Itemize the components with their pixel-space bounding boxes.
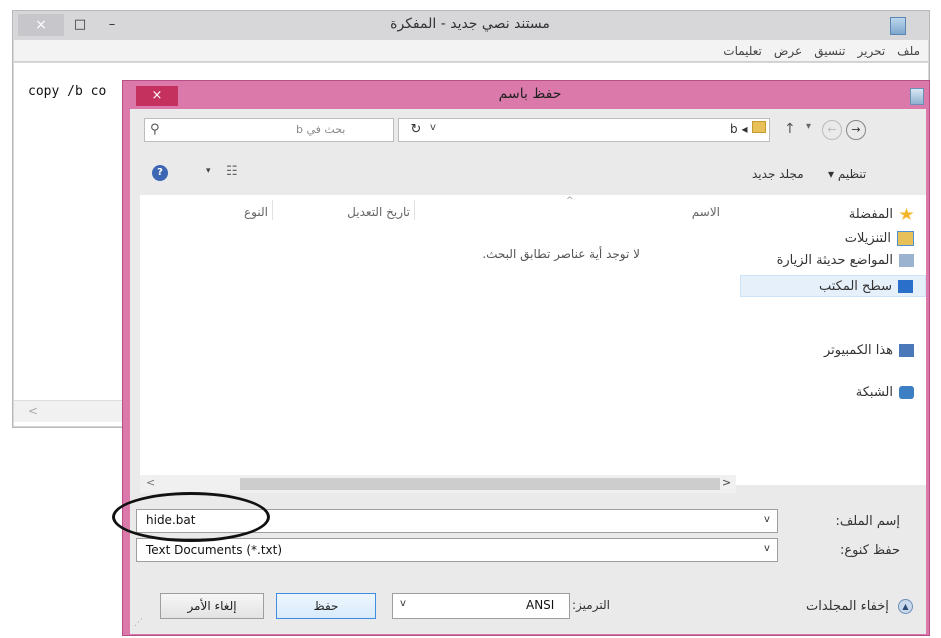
organize-button[interactable]: تنظيم ▾ bbox=[828, 167, 866, 181]
save-type-label: حفظ كنوع: bbox=[839, 543, 900, 558]
encoding-value: ANSI bbox=[526, 598, 555, 612]
help-icon[interactable]: ? bbox=[152, 165, 168, 181]
address-path-segment[interactable]: b bbox=[730, 122, 738, 136]
back-icon[interactable]: → bbox=[846, 120, 866, 140]
search-placeholder: بحث في b bbox=[296, 123, 346, 136]
nav-item-downloads[interactable]: التنزيلات bbox=[845, 231, 926, 246]
filename-dropdown-icon[interactable]: v bbox=[764, 514, 770, 525]
save-type-value: Text Documents (*.txt) bbox=[146, 543, 283, 557]
notepad-minimize-button[interactable]: – bbox=[96, 14, 128, 36]
notepad-content: copy /b co bbox=[28, 84, 107, 99]
empty-results-message: لا توجد أية عناصر تطابق البحث. bbox=[482, 247, 640, 261]
column-separator[interactable] bbox=[272, 200, 273, 220]
nav-item-label: الشبكة bbox=[855, 385, 893, 400]
downloads-folder-icon bbox=[897, 231, 914, 246]
menu-file[interactable]: ملف bbox=[897, 44, 920, 58]
scroll-thumb[interactable] bbox=[240, 478, 720, 490]
forward-icon[interactable]: ← bbox=[822, 120, 842, 140]
encoding-label: الترميز: bbox=[572, 598, 610, 612]
desktop-icon bbox=[898, 279, 913, 293]
nav-item-network[interactable]: الشبكة bbox=[856, 385, 926, 400]
hide-folders-button[interactable]: إخفاء المجلدات bbox=[806, 599, 889, 614]
nav-item-label: التنزيلات bbox=[844, 231, 891, 246]
filename-label: إسم الملف: bbox=[835, 514, 900, 529]
menu-help[interactable]: تعليمات bbox=[723, 44, 762, 58]
network-icon bbox=[899, 386, 914, 399]
resize-grip-icon[interactable]: ⋰ bbox=[134, 618, 143, 628]
address-bar[interactable] bbox=[398, 118, 770, 142]
address-dropdown-icon[interactable]: v bbox=[430, 122, 436, 133]
nav-item-label: سطح المكتب bbox=[818, 278, 892, 294]
new-folder-button[interactable]: مجلد جديد bbox=[752, 167, 804, 181]
navigation-pane: المفضلة التنزيلات المواضع حديثة الزيارة … bbox=[736, 195, 926, 485]
refresh-icon[interactable]: ↻ bbox=[405, 120, 427, 140]
highlight-circle-annotation bbox=[112, 492, 270, 542]
dialog-title: حفظ باسم bbox=[498, 86, 562, 102]
scroll-right-icon[interactable]: > bbox=[722, 476, 731, 489]
save-type-dropdown-icon[interactable]: v bbox=[764, 543, 770, 554]
column-header-date-modified[interactable]: تاريخ التعديل bbox=[318, 205, 410, 219]
notepad-app-icon bbox=[890, 17, 906, 35]
nav-item-label: هذا الكمبيوتر bbox=[823, 343, 893, 358]
nav-item-recent-places[interactable]: المواضع حديثة الزيارة bbox=[777, 253, 926, 268]
file-list[interactable] bbox=[140, 195, 736, 475]
nav-item-this-pc[interactable]: هذا الكمبيوتر bbox=[824, 343, 926, 358]
view-icon[interactable]: ☷ bbox=[226, 164, 238, 179]
nav-item-label: المواضع حديثة الزيارة bbox=[776, 253, 893, 268]
notepad-maximize-button[interactable]: □ bbox=[64, 14, 96, 36]
path-separator-icon: ◂ bbox=[741, 122, 748, 136]
notepad-menubar: ملف تحرير تنسيق عرض تعليمات bbox=[14, 40, 928, 62]
sort-ascending-icon: ^ bbox=[566, 196, 574, 206]
column-separator[interactable] bbox=[414, 200, 415, 220]
recent-locations-icon[interactable]: ▾ bbox=[806, 121, 811, 132]
folder-icon bbox=[752, 121, 766, 133]
dialog-app-icon bbox=[910, 88, 924, 105]
notepad-window-controls: × □ – bbox=[18, 14, 128, 38]
nav-item-desktop[interactable]: سطح المكتب bbox=[740, 275, 926, 297]
recent-places-icon bbox=[899, 254, 914, 267]
nav-item-favorites[interactable]: المفضلة bbox=[849, 207, 926, 222]
collapse-arrow-icon[interactable]: ▲ bbox=[898, 599, 913, 614]
up-arrow-icon[interactable]: ↑ bbox=[784, 121, 796, 137]
notepad-title: مستند نصي جديد - المفكرة bbox=[390, 16, 550, 32]
dialog-close-button[interactable]: × bbox=[136, 86, 178, 106]
save-button[interactable]: حفظ bbox=[276, 593, 376, 619]
encoding-dropdown-icon[interactable]: v bbox=[400, 598, 406, 609]
search-input[interactable] bbox=[144, 118, 394, 142]
notepad-close-button[interactable]: × bbox=[18, 14, 64, 36]
search-icon: ⚲ bbox=[150, 122, 160, 137]
column-header-type[interactable]: النوع bbox=[224, 205, 268, 219]
menu-edit[interactable]: تحرير bbox=[858, 44, 886, 58]
menu-format[interactable]: تنسيق bbox=[814, 44, 845, 58]
menu-view[interactable]: عرض bbox=[774, 44, 802, 58]
notepad-horizontal-scrollbar[interactable]: < bbox=[14, 400, 134, 422]
nav-item-label: المفضلة bbox=[848, 207, 893, 222]
cancel-button[interactable]: إلغاء الأمر bbox=[160, 593, 264, 619]
column-header-name[interactable]: الاسم bbox=[680, 205, 720, 219]
computer-icon bbox=[899, 344, 914, 357]
address-path[interactable]: b ◂ bbox=[730, 122, 747, 136]
star-icon bbox=[899, 208, 914, 220]
view-options-dropdown-icon[interactable]: ▾ bbox=[206, 166, 211, 176]
scroll-left-icon[interactable]: < bbox=[146, 476, 155, 489]
